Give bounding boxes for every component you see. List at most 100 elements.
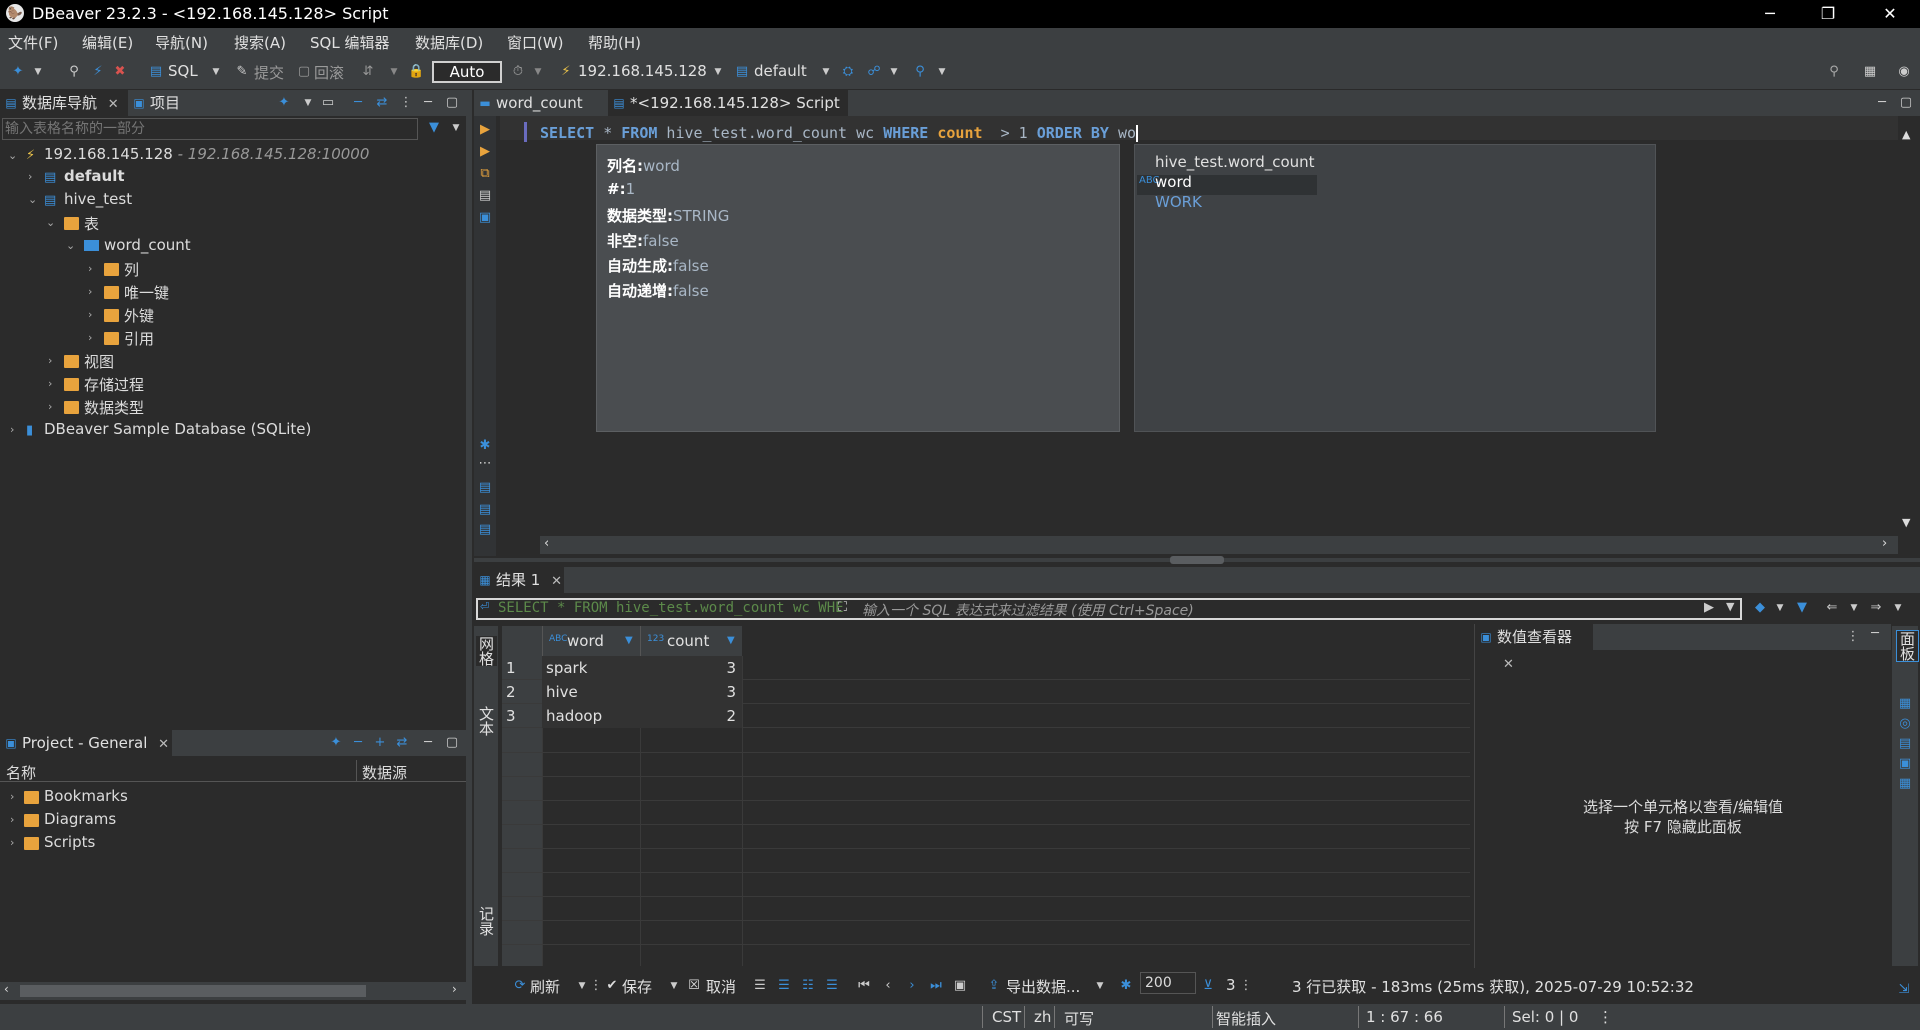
- history-icon[interactable]: ⏱: [510, 64, 526, 80]
- minimize-view-icon[interactable]: ─: [420, 735, 436, 751]
- panel-grid-icon[interactable]: ▦: [1897, 696, 1913, 712]
- tree-data-types[interactable]: 数据类型: [84, 397, 144, 418]
- tools-dropdown-icon[interactable]: ▼: [886, 64, 902, 80]
- sql-text[interactable]: SELECT * FROM hive_test.word_count wc WH…: [540, 124, 1139, 142]
- view-text-tab[interactable]: 文本: [476, 706, 497, 736]
- cell-word[interactable]: spark: [542, 656, 640, 680]
- collapsed-chevron-icon[interactable]: ›: [10, 790, 14, 803]
- menu-navigate[interactable]: 导航(N): [155, 32, 208, 53]
- menu-database[interactable]: 数据库(D): [415, 32, 483, 53]
- filter-dropdown-icon[interactable]: ▼: [1772, 600, 1788, 616]
- scroll-right-icon[interactable]: ›: [1882, 536, 1887, 551]
- dropdown-arrow-icon[interactable]: ▼: [30, 64, 46, 80]
- project-item-diagrams[interactable]: Diagrams: [44, 810, 116, 828]
- splitter-handle-icon[interactable]: [1170, 556, 1224, 564]
- tree-procedures[interactable]: 存储过程: [84, 374, 144, 395]
- close-icon[interactable]: ✕: [158, 737, 169, 752]
- project-item-bookmarks[interactable]: Bookmarks: [44, 787, 128, 805]
- sort-icon[interactable]: ▼: [727, 626, 735, 656]
- expand-icon[interactable]: +: [372, 735, 388, 751]
- delete-row-icon[interactable]: ☰: [824, 978, 840, 994]
- transaction-dropdown-icon[interactable]: ▼: [386, 64, 402, 80]
- save-dropdown-icon[interactable]: ▼: [666, 978, 682, 994]
- active-connection-selector[interactable]: 192.168.145.128: [578, 62, 707, 80]
- maximize-view-icon[interactable]: ▢: [444, 735, 460, 751]
- tab-projects[interactable]: ▣ 项目: [128, 90, 198, 116]
- execute-statement-icon[interactable]: ▶: [477, 122, 493, 138]
- save-script-icon[interactable]: ▤: [477, 522, 493, 538]
- tree-schema-hive-test[interactable]: hive_test: [64, 190, 132, 208]
- edit-row-icon[interactable]: ☰: [752, 978, 768, 994]
- sql-button[interactable]: SQL: [168, 62, 198, 80]
- navigator-filter-input[interactable]: [2, 118, 418, 140]
- copy-row-icon[interactable]: ☷: [800, 978, 816, 994]
- suggestion-column[interactable]: word: [1155, 173, 1192, 191]
- tree-sample-database[interactable]: DBeaver Sample Database (SQLite): [44, 420, 311, 438]
- last-page-icon[interactable]: ⏭: [928, 978, 944, 994]
- plug-icon[interactable]: ⚲: [66, 64, 82, 80]
- menu-window[interactable]: 窗口(W): [507, 32, 564, 53]
- dbeaver-perspective-icon[interactable]: ◉: [1896, 64, 1912, 80]
- rollback-icon[interactable]: ▢: [296, 64, 312, 80]
- export-icon[interactable]: ⇪: [986, 978, 1002, 994]
- search-icon[interactable]: ⚲: [1826, 64, 1842, 80]
- explain-plan-icon[interactable]: ▤: [477, 188, 493, 204]
- filter-icon[interactable]: ▼: [1794, 600, 1810, 616]
- new-connection-icon[interactable]: ✦: [10, 64, 26, 80]
- explain-icon[interactable]: ⛭: [840, 64, 856, 80]
- column-datasource-header[interactable]: 数据源: [362, 762, 407, 783]
- cell-count[interactable]: 3: [640, 656, 742, 680]
- settings-icon[interactable]: ✱: [477, 438, 493, 454]
- panel-calc-icon[interactable]: ▤: [1897, 736, 1913, 752]
- panel-grouping-icon[interactable]: ▦: [1897, 776, 1913, 792]
- filter-dropdown-icon[interactable]: ▼: [448, 120, 464, 136]
- minimize-view-icon[interactable]: ─: [1867, 626, 1883, 642]
- cell-count[interactable]: 2: [640, 704, 742, 728]
- commit-button[interactable]: 提交: [254, 62, 284, 83]
- table-row[interactable]: 1 spark 3: [502, 656, 1470, 680]
- forward-icon[interactable]: ⇒: [1868, 600, 1884, 616]
- panel-corner-icon[interactable]: ⇲: [1896, 982, 1912, 998]
- filter-icon[interactable]: ▼: [426, 120, 442, 136]
- tree-connection[interactable]: 192.168.145.128 - 192.168.145.128:10000: [44, 145, 369, 163]
- search-db-icon[interactable]: ⚲: [912, 64, 928, 80]
- maximize-editor-icon[interactable]: ▢: [1898, 95, 1914, 111]
- connection-dropdown-icon[interactable]: ▼: [710, 64, 726, 80]
- prev-page-icon[interactable]: ‹: [880, 978, 896, 994]
- scrollbar-thumb[interactable]: [20, 985, 366, 997]
- export-dropdown-icon[interactable]: ▼: [1092, 978, 1108, 994]
- refresh-icon[interactable]: ⟳: [512, 978, 528, 994]
- link-editor-icon[interactable]: ⇄: [374, 95, 390, 111]
- transaction-mode-icon[interactable]: ⇵: [360, 64, 376, 80]
- table-row[interactable]: 2 hive 3: [502, 680, 1470, 704]
- suggestion-table[interactable]: hive_test.word_count: [1155, 153, 1315, 171]
- more-icon[interactable]: ⋯: [477, 456, 493, 472]
- auto-commit-toggle[interactable]: Auto: [432, 61, 502, 83]
- collapsed-chevron-icon[interactable]: ›: [48, 377, 52, 390]
- new-folder-icon[interactable]: ▭: [320, 95, 336, 111]
- apply-filter-icon[interactable]: ▶: [1704, 600, 1714, 615]
- tree-schema-default[interactable]: default: [64, 167, 125, 185]
- expand-chevron-icon[interactable]: ⌄: [46, 216, 55, 229]
- collapsed-chevron-icon[interactable]: ›: [48, 400, 52, 413]
- save-button[interactable]: 保存: [622, 976, 652, 997]
- column-name-header[interactable]: 名称: [6, 762, 36, 783]
- expand-chevron-icon[interactable]: ⌄: [28, 193, 37, 206]
- next-page-icon[interactable]: ›: [904, 978, 920, 994]
- lock-icon[interactable]: 🔒: [408, 64, 424, 80]
- rollback-button[interactable]: 回滚: [314, 62, 344, 83]
- minimize-button[interactable]: ─: [1742, 0, 1798, 28]
- collapse-all-icon[interactable]: ─: [350, 95, 366, 111]
- cancel-button[interactable]: 取消: [706, 976, 736, 997]
- tools-icon[interactable]: ☍: [866, 64, 882, 80]
- forward-dropdown-icon[interactable]: ▼: [1890, 600, 1906, 616]
- tab-sql-script[interactable]: ▤ *<192.168.145.128> Script ✕: [608, 90, 848, 138]
- panel-metadata-icon[interactable]: ▣: [1897, 756, 1913, 772]
- fetch-size-input[interactable]: 200: [1140, 972, 1196, 994]
- menu-search[interactable]: 搜索(A): [234, 32, 286, 53]
- collapsed-chevron-icon[interactable]: ›: [10, 836, 14, 849]
- view-menu-icon[interactable]: ⋮: [398, 95, 414, 111]
- column-header-count[interactable]: 123 count ▼: [640, 626, 742, 656]
- tree-table-word-count[interactable]: word_count: [104, 236, 191, 254]
- collapsed-chevron-icon[interactable]: ›: [88, 285, 92, 298]
